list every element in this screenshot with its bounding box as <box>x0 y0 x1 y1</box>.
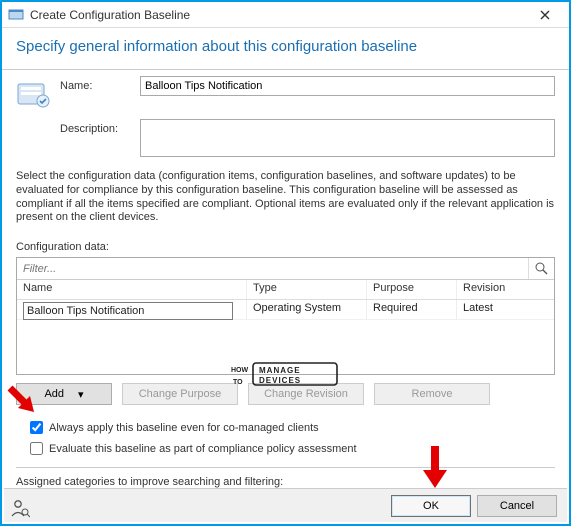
name-input[interactable] <box>140 76 555 96</box>
col-header-revision[interactable]: Revision <box>457 280 554 299</box>
description-input[interactable] <box>140 119 555 157</box>
config-data-grid: Name Type Purpose Revision Balloon Tips … <box>16 257 555 375</box>
always-apply-row: Always apply this baseline even for co-m… <box>2 415 569 436</box>
col-header-name[interactable]: Name <box>17 280 247 299</box>
svg-text:HOW: HOW <box>231 367 249 374</box>
ok-button[interactable]: OK <box>391 495 471 517</box>
cancel-button[interactable]: Cancel <box>477 495 557 517</box>
col-header-type[interactable]: Type <box>247 280 367 299</box>
search-icon[interactable] <box>528 258 554 279</box>
change-purpose-button: Change Purpose <box>122 383 238 405</box>
chevron-down-icon: ▾ <box>78 388 84 401</box>
description-label: Description: <box>60 119 140 135</box>
grid-buttons: Add ▾ Change Purpose Change Revision Rem… <box>2 375 569 405</box>
evaluate-row: Evaluate this baseline as part of compli… <box>2 436 569 457</box>
filter-input[interactable] <box>17 258 528 279</box>
always-apply-checkbox[interactable] <box>30 421 43 434</box>
cell-type: Operating System <box>247 300 367 319</box>
description-row: Description: <box>2 113 569 160</box>
name-label: Name: <box>60 76 140 92</box>
categories-label: Assigned categories to improve searching… <box>2 468 569 488</box>
svg-text:MANAGE: MANAGE <box>259 366 301 375</box>
info-text: Select the configuration data (configura… <box>2 160 569 229</box>
cell-purpose: Required <box>367 300 457 319</box>
add-button[interactable]: Add ▾ <box>16 383 112 405</box>
config-data-label: Configuration data: <box>2 229 569 255</box>
categories-person-icon[interactable] <box>10 498 30 518</box>
app-icon <box>8 7 24 23</box>
page-heading: Specify general information about this c… <box>2 28 569 70</box>
col-header-purpose[interactable]: Purpose <box>367 280 457 299</box>
evaluate-label: Evaluate this baseline as part of compli… <box>49 443 357 455</box>
cell-name[interactable]: Balloon Tips Notification <box>23 302 233 320</box>
baseline-icon <box>16 76 60 113</box>
remove-button: Remove <box>374 383 490 405</box>
table-row[interactable]: Balloon Tips Notification Operating Syst… <box>17 300 554 320</box>
always-apply-label: Always apply this baseline even for co-m… <box>49 422 319 434</box>
evaluate-checkbox[interactable] <box>30 442 43 455</box>
name-row: Name: <box>2 70 569 113</box>
close-button[interactable] <box>525 2 565 28</box>
footer-bar: OK Cancel <box>4 488 567 522</box>
change-revision-button: Change Revision <box>248 383 364 405</box>
grid-header: Name Type Purpose Revision <box>17 280 554 300</box>
cell-revision: Latest <box>457 300 554 319</box>
title-bar: Create Configuration Baseline <box>2 2 569 28</box>
window-title: Create Configuration Baseline <box>30 8 190 22</box>
